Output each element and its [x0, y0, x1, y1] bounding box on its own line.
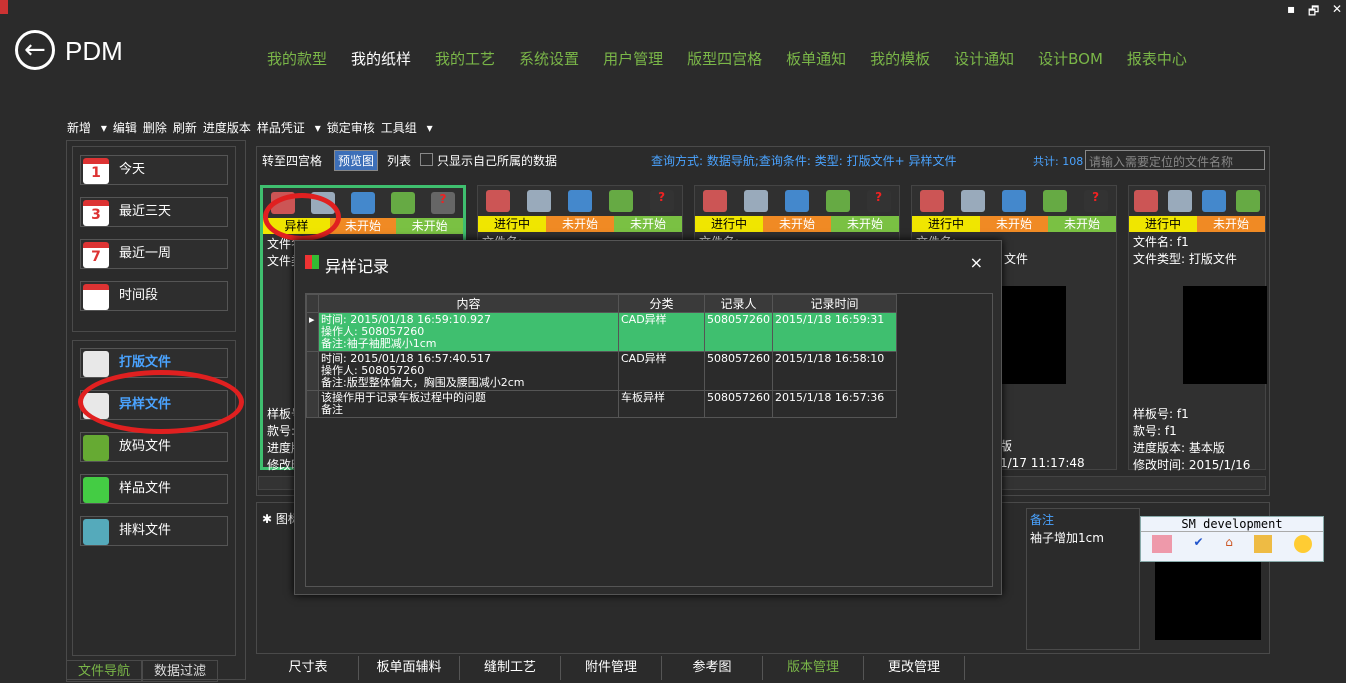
total-count: 共计: 108	[1033, 155, 1084, 168]
home-icon[interactable]: ⌂	[1225, 535, 1233, 553]
tab-file-nav[interactable]: 文件导航	[66, 660, 142, 682]
status-stage-3: 未开始	[396, 218, 464, 234]
dialog-close-button[interactable]: ×	[970, 253, 983, 272]
only-mine-checkbox[interactable]	[420, 153, 433, 166]
tab-data-filter[interactable]: 数据过滤	[142, 660, 218, 682]
toolbar-sample-voucher[interactable]: 样品凭证 ▾	[257, 119, 321, 136]
dialog-icon	[305, 255, 319, 269]
nav-board-notice[interactable]: 板单通知	[786, 48, 846, 69]
nav-design-notice[interactable]: 设计通知	[954, 48, 1014, 69]
remarks-text: 袖子增加1cm	[1030, 531, 1104, 545]
close-window-button[interactable]: ✕	[1332, 2, 1342, 16]
sm-development-popup: SM development ✔ ⌂	[1140, 516, 1324, 562]
calendar-icon: 1	[83, 158, 109, 184]
toolbar-lock-review[interactable]: 锁定审核	[327, 119, 375, 136]
sm-popup-title: SM development	[1141, 517, 1323, 532]
nav-my-templates[interactable]: 我的模板	[870, 48, 930, 69]
table-row[interactable]: 时间: 2015/01/18 16:57:40.517 操作人: 50805726…	[306, 351, 897, 391]
tab-sewing-process[interactable]: 缝制工艺	[460, 656, 561, 680]
back-icon[interactable]: ←	[15, 30, 55, 70]
question-icon: ?	[431, 192, 455, 214]
minimize-button[interactable]: ▪	[1287, 2, 1295, 16]
highlight-ring	[78, 370, 244, 434]
dialog-title: 异样记录	[325, 257, 390, 276]
column-record-time: 记录时间	[772, 294, 897, 313]
palette-icon[interactable]	[1151, 535, 1172, 553]
column-content: 内容	[318, 294, 619, 313]
shirt-icon	[83, 351, 109, 377]
tab-version-management[interactable]: 版本管理	[763, 656, 864, 680]
pattern-preview-image	[1183, 286, 1267, 384]
file-type-sample[interactable]: 样品文件	[80, 474, 228, 504]
toolbar-edit[interactable]: 编辑	[113, 119, 137, 136]
app-title: PDM	[65, 36, 123, 66]
tab-change-management[interactable]: 更改管理	[864, 656, 965, 680]
nav-design-bom[interactable]: 设计BOM	[1038, 48, 1103, 69]
calendar-icon	[83, 284, 109, 310]
filter-last-week[interactable]: 7 最近一周	[80, 239, 228, 269]
toolbar-new[interactable]: 新增 ▾	[67, 119, 107, 136]
tab-reference-images[interactable]: 参考图	[662, 656, 763, 680]
column-recorder: 记录人	[704, 294, 773, 313]
toolbar: 新增 ▾ 编辑 删除 刷新 进度版本 样品凭证 ▾ 锁定审核 工具组 ▾	[67, 119, 439, 136]
nav-my-styles[interactable]: 我的款型	[267, 48, 327, 69]
anomaly-record-dialog: 异样记录 × 内容 分类 记录人 记录时间 ▸ 时间: 2015/01/18 16:5…	[294, 240, 1002, 595]
marker-icon	[83, 519, 109, 545]
nav-user-management[interactable]: 用户管理	[603, 48, 663, 69]
column-category: 分类	[618, 294, 705, 313]
nav-my-patterns[interactable]: 我的纸样	[351, 48, 411, 69]
to-grid-button[interactable]: 转至四宫格	[262, 152, 322, 169]
grading-icon	[83, 435, 109, 461]
detail-tabs: 尺寸表 板单面辅料 缝制工艺 附件管理 参考图 版本管理 更改管理	[258, 656, 965, 680]
query-description: 查询方式: 数据导航;查询条件: 类型: 打版文件+ 异样文件	[651, 154, 957, 168]
only-mine-label: 只显示自己所属的数据	[437, 154, 558, 168]
file-card[interactable]: 进行中 未开始 文件名: f1 文件类型: 打版文件 样板号: f1 款号: f1 进度…	[1128, 185, 1267, 489]
list-button[interactable]: 列表	[387, 152, 411, 169]
shirt-check-icon	[83, 477, 109, 503]
filter-last-three-days[interactable]: 3 最近三天	[80, 197, 228, 227]
nav-report-center[interactable]: 报表中心	[1127, 48, 1187, 69]
main-nav: 我的款型 我的纸样 我的工艺 系统设置 用户管理 版型四宫格 板单通知 我的模板…	[267, 48, 1211, 69]
toolbar-tool-group[interactable]: 工具组 ▾	[381, 119, 433, 136]
calendar-icon: 7	[83, 242, 109, 268]
filter-time-range[interactable]: 时间段	[80, 281, 228, 311]
filter-today[interactable]: 1 今天	[80, 155, 228, 185]
remarks-title: 备注	[1030, 513, 1055, 527]
restore-button[interactable]: 🗗	[1308, 2, 1319, 23]
clock-icon[interactable]	[1254, 535, 1273, 553]
file-type-marker[interactable]: 排料文件	[80, 516, 228, 546]
calendar-icon: 3	[83, 200, 109, 226]
file-type-grading[interactable]: 放码文件	[80, 432, 228, 462]
table-row[interactable]: 该操作用于记录车板过程中的问题 备注 车板异样 508057260 2015/1/18…	[306, 390, 897, 418]
tab-size-chart[interactable]: 尺寸表	[258, 656, 359, 680]
preview-thumbnail	[1155, 562, 1261, 640]
grading-icon	[351, 192, 375, 214]
tab-attachments[interactable]: 附件管理	[561, 656, 662, 680]
toolbar-progress-version[interactable]: 进度版本	[203, 119, 251, 136]
nav-system-settings[interactable]: 系统设置	[519, 48, 579, 69]
user-icon[interactable]	[1294, 535, 1313, 553]
highlight-ring	[263, 193, 341, 241]
toolbar-refresh[interactable]: 刷新	[173, 119, 197, 136]
search-input[interactable]: 请输入需要定位的文件名称	[1085, 150, 1265, 170]
marker-icon	[391, 192, 415, 214]
nav-my-process[interactable]: 我的工艺	[435, 48, 495, 69]
record-table: 内容 分类 记录人 记录时间 ▸ 时间: 2015/01/18 16:59:10.92…	[305, 293, 993, 587]
table-row[interactable]: ▸ 时间: 2015/01/18 16:59:10.927 操作人: 508057…	[306, 312, 897, 352]
nav-pattern-grid[interactable]: 版型四宫格	[687, 48, 762, 69]
tab-board-accessories[interactable]: 板单面辅料	[359, 656, 460, 680]
check-icon[interactable]: ✔	[1193, 535, 1203, 553]
app-icon	[0, 0, 8, 14]
preview-button[interactable]: 预览图	[334, 150, 379, 171]
toolbar-delete[interactable]: 删除	[143, 119, 167, 136]
